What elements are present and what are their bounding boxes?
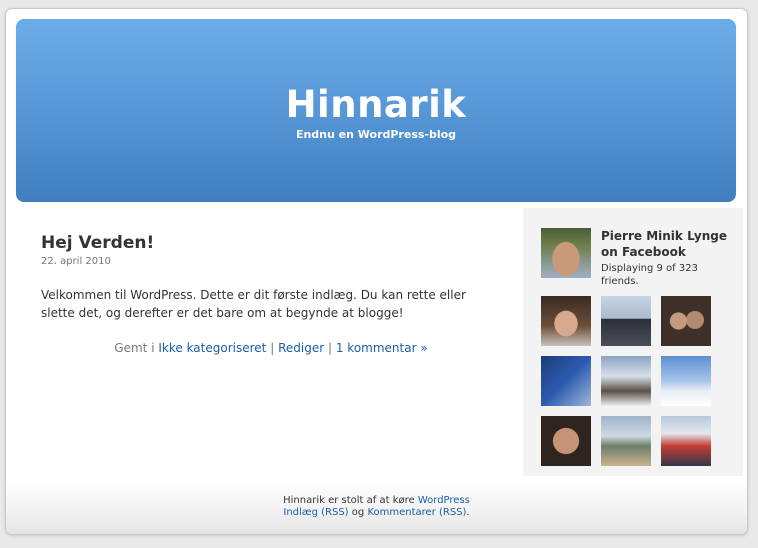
posts-rss-link[interactable]: Indlæg (RSS): [283, 507, 348, 518]
post-body: Velkommen til WordPress. Dette er dit fø…: [41, 288, 466, 320]
comments-rss-link[interactable]: Kommentarer (RSS): [367, 507, 466, 518]
edit-link[interactable]: Rediger: [278, 341, 324, 355]
friend-photo-6[interactable]: [661, 356, 711, 406]
friend-photo-2[interactable]: [601, 296, 651, 346]
post: Hej Verden! 22. april 2010 Velkommen til…: [41, 233, 501, 355]
footer-text: Hinnarik er stolt af at køre: [283, 495, 415, 506]
wordpress-link[interactable]: WordPress: [418, 495, 470, 506]
comments-link[interactable]: 1 kommentar »: [336, 341, 428, 355]
friend-photo-1[interactable]: [541, 296, 591, 346]
facebook-profile-name[interactable]: Pierre Minik Lynge on Facebook: [601, 228, 731, 260]
post-title[interactable]: Hej Verden!: [41, 233, 501, 253]
friend-photo-4[interactable]: [541, 356, 591, 406]
blog-header: Hinnarik Endnu en WordPress-blog: [16, 19, 736, 202]
facebook-friends-count: Displaying 9 of 323 friends.: [601, 263, 698, 287]
category-link[interactable]: Ikke kategoriseret: [158, 341, 266, 355]
sidebar: Pierre Minik Lynge on Facebook Displayin…: [523, 208, 743, 476]
footer-period: .: [466, 507, 470, 518]
post-meta-prefix: Gemt i: [114, 341, 155, 355]
footer-line-1: Hinnarik er stolt af at køre WordPress: [6, 495, 747, 507]
facebook-profile-picture[interactable]: [541, 228, 591, 278]
post-date: 22. april 2010: [41, 256, 111, 267]
footer-and-text: og: [351, 507, 365, 518]
page-container: Hinnarik Endnu en WordPress-blog Hej Ver…: [5, 8, 748, 535]
footer: Hinnarik er stolt af at køre WordPress I…: [6, 479, 747, 534]
meta-separator: |: [270, 341, 275, 355]
footer-line-2: Indlæg (RSS) og Kommentarer (RSS).: [6, 507, 747, 519]
friend-photo-5[interactable]: [601, 356, 651, 406]
meta-separator: |: [327, 341, 333, 355]
blog-description: Endnu en WordPress-blog: [295, 128, 457, 141]
friend-photo-7[interactable]: [541, 416, 591, 466]
friend-photo-3[interactable]: [661, 296, 711, 346]
friend-photo-9[interactable]: [661, 416, 711, 466]
post-meta: Gemt i Ikke kategoriseret | Rediger | 1 …: [41, 341, 501, 355]
blog-title-link[interactable]: Hinnarik: [16, 83, 736, 126]
friend-photo-8[interactable]: [601, 416, 651, 466]
